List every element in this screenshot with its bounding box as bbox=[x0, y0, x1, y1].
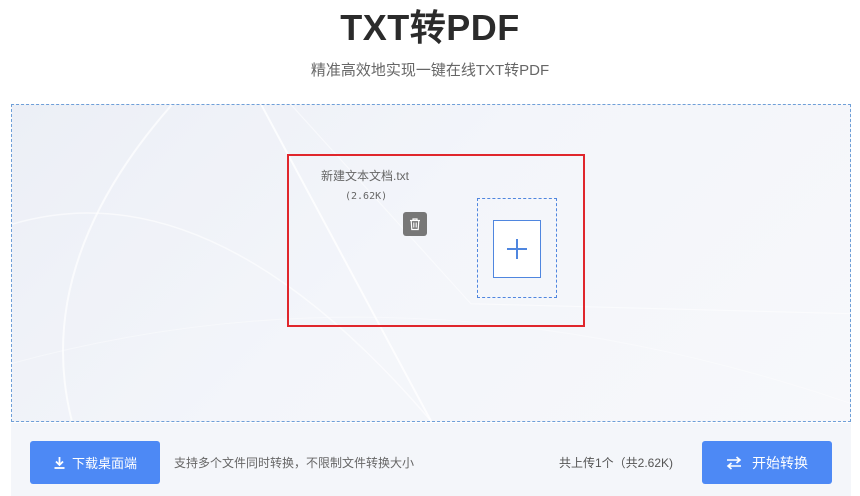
start-convert-label: 开始转换 bbox=[752, 454, 808, 471]
start-convert-button[interactable]: 开始转换 bbox=[702, 441, 832, 484]
action-bar: 下载桌面端 支持多个文件同时转换，不限制文件转换大小 共上传1个（共2.62K)… bbox=[11, 423, 851, 496]
page-subtitle: 精准高效地实现一键在线TXT转PDF bbox=[310, 62, 550, 79]
uploaded-file-card: 新建文本文档.txt (2.62K) bbox=[287, 154, 585, 327]
upload-count: 共上传1个（共2.62K) bbox=[559, 456, 674, 470]
trash-icon bbox=[410, 218, 420, 231]
add-file-area[interactable] bbox=[477, 198, 557, 298]
file-name: 新建文本文档.txt bbox=[321, 169, 410, 183]
plus-icon bbox=[507, 239, 527, 259]
swap-arrows-icon bbox=[726, 455, 742, 470]
download-desktop-button[interactable]: 下载桌面端 bbox=[30, 441, 160, 484]
file-size: (2.62K) bbox=[345, 191, 388, 202]
conversion-hint: 支持多个文件同时转换，不限制文件转换大小 bbox=[174, 456, 415, 470]
page-title: TXT转PDF bbox=[340, 7, 520, 48]
delete-file-button[interactable] bbox=[403, 212, 427, 236]
add-file-button[interactable] bbox=[493, 220, 541, 278]
download-desktop-label: 下载桌面端 bbox=[71, 456, 137, 471]
download-icon bbox=[54, 457, 65, 469]
upload-dropzone[interactable]: 新建文本文档.txt (2.62K) bbox=[11, 104, 851, 422]
